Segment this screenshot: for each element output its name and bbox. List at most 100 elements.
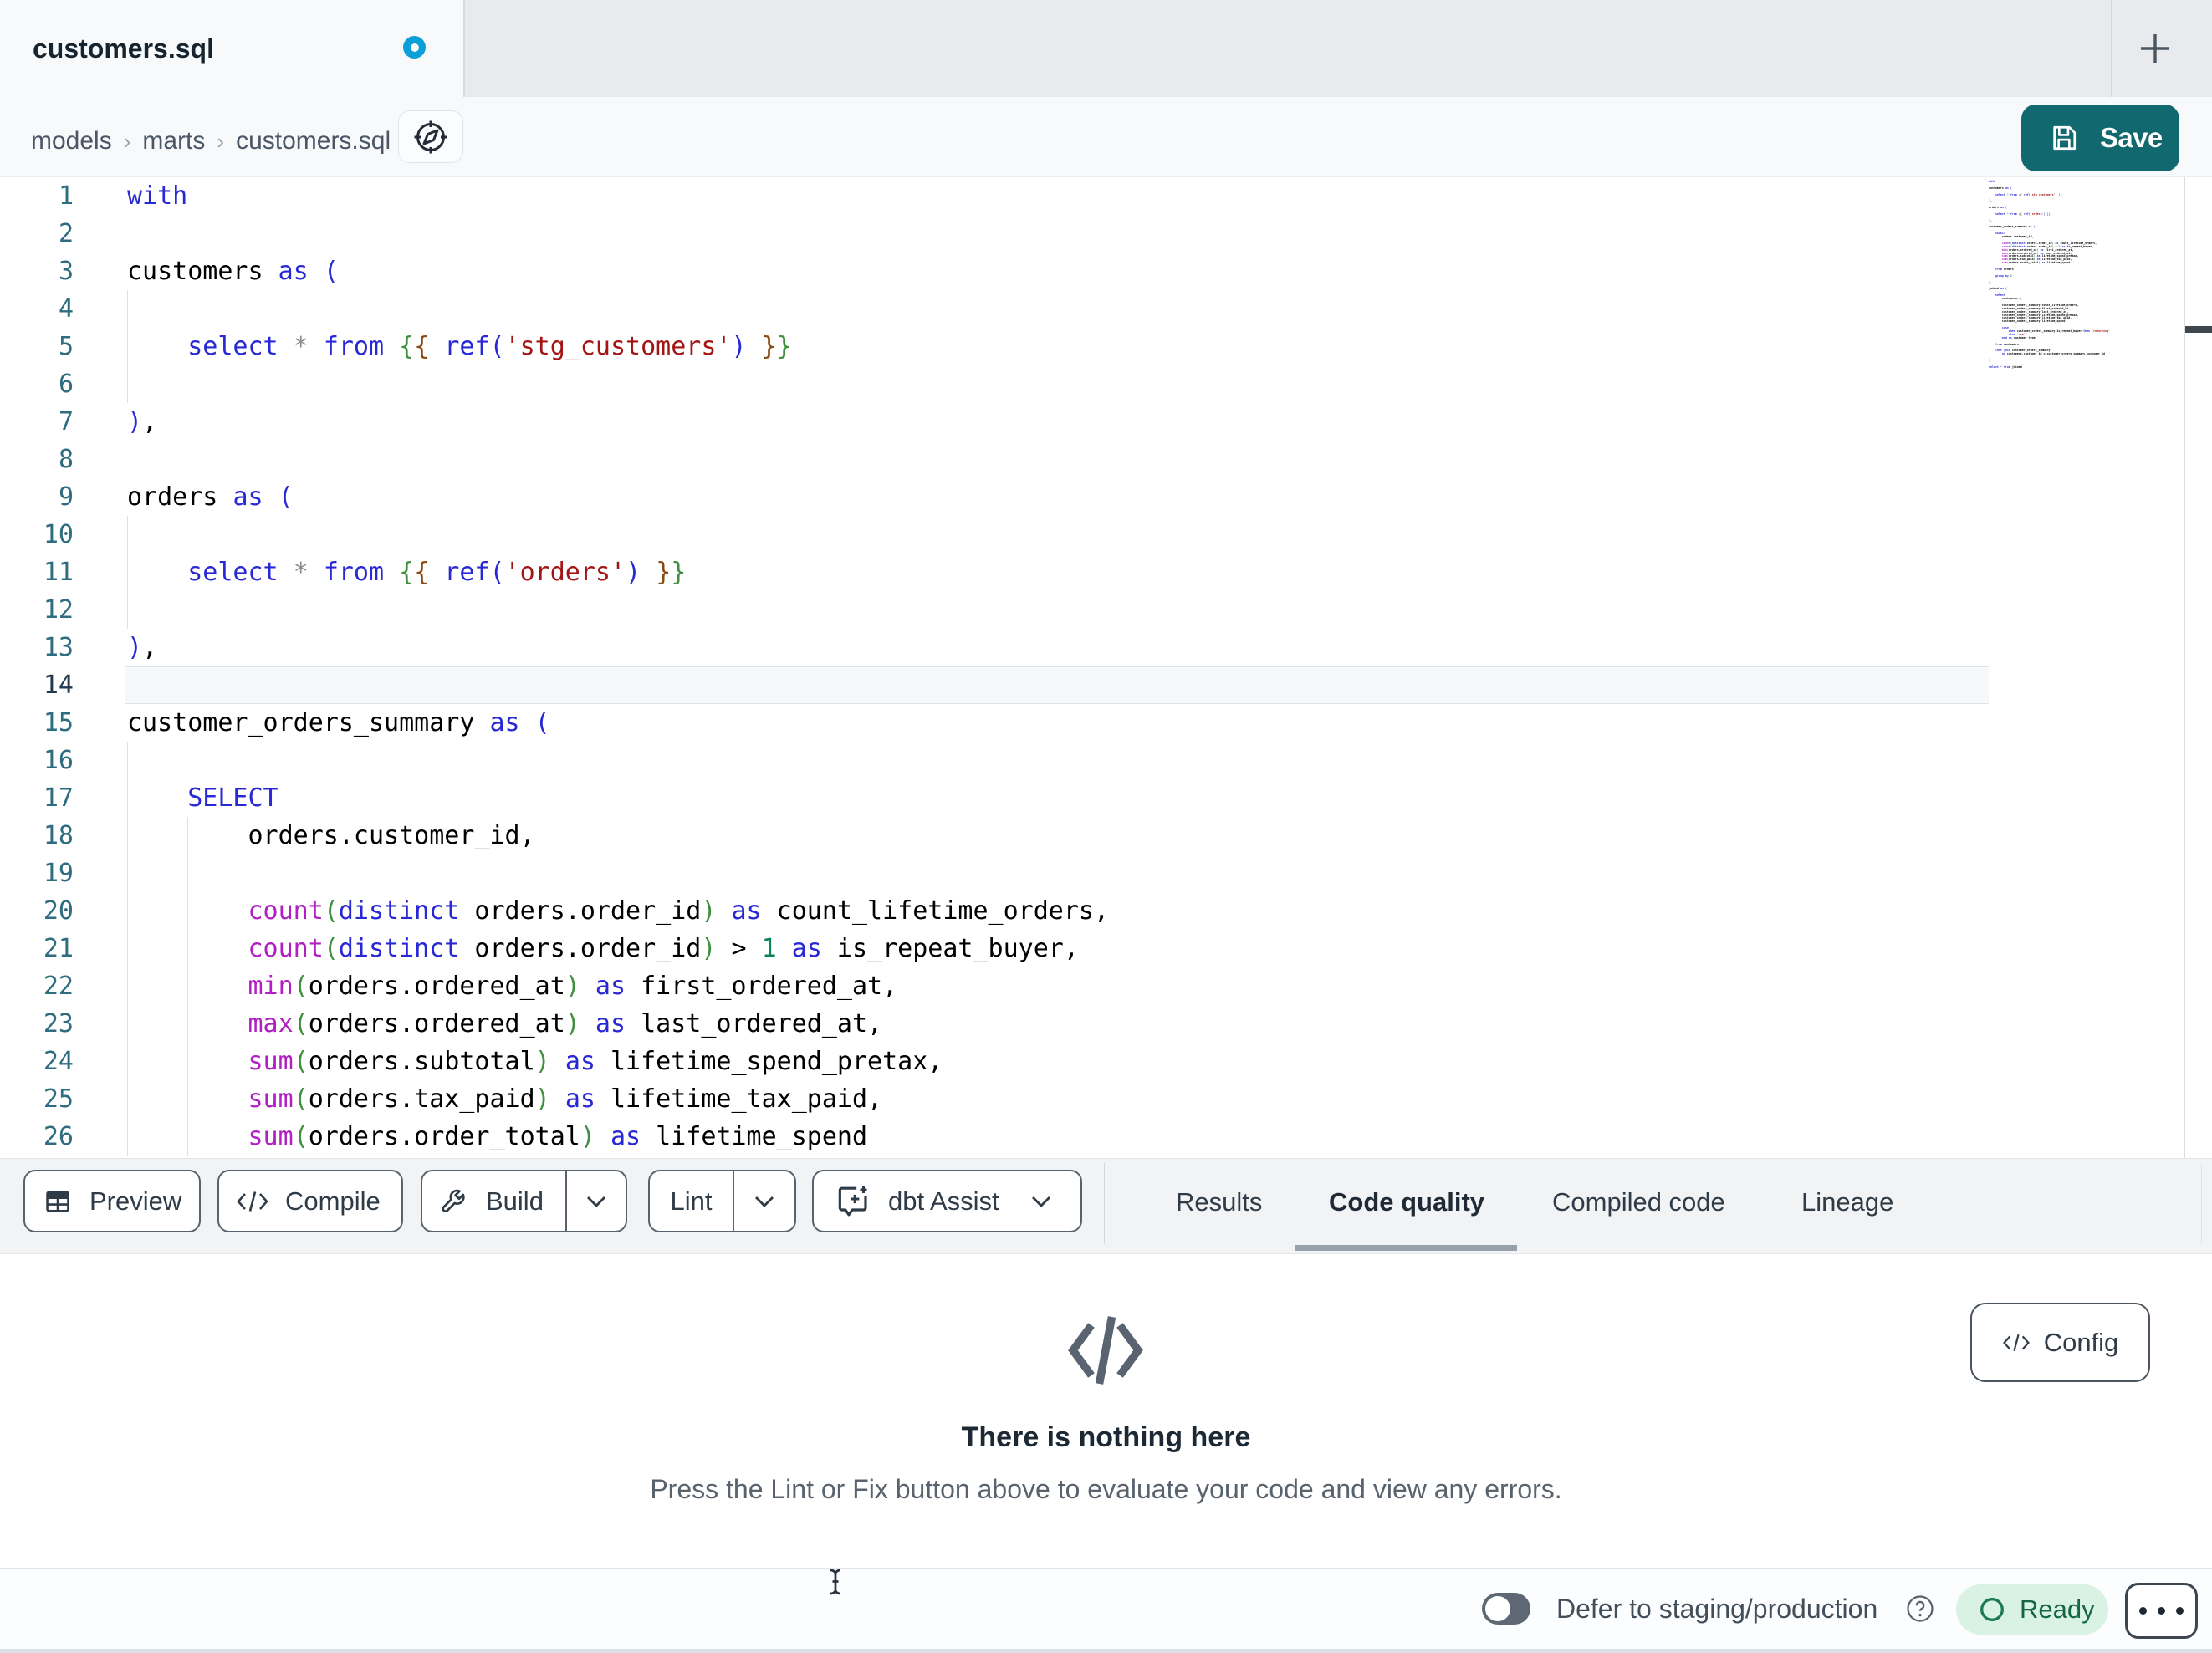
code-token-id — [127, 783, 187, 813]
tab-code-quality[interactable]: Code quality — [1329, 1159, 1484, 1245]
tab-title: customers.sql — [33, 33, 214, 64]
code-token-id: , — [2020, 297, 2022, 301]
lint-button[interactable]: Lint — [650, 1186, 733, 1217]
code-token-p2: ( — [323, 896, 339, 926]
code-token-p2: { — [399, 558, 415, 587]
lint-dropdown[interactable] — [734, 1194, 794, 1209]
indent-guide — [187, 1080, 189, 1118]
code-token-id — [1989, 274, 1995, 278]
breadcrumb-item-models[interactable]: models — [31, 127, 112, 156]
code-token-id: orders.order_total — [2008, 261, 2039, 265]
line-number: 14 — [43, 671, 74, 700]
code-token-p2: ) — [564, 972, 580, 1001]
question-circle-icon[interactable] — [1906, 1594, 1934, 1623]
code-token-p1: ( — [2010, 186, 2012, 190]
code-line: select * from {{ ref('stg_customers') }} — [125, 328, 1989, 365]
code-token-id: first_ordered_at, — [626, 972, 898, 1001]
tab-lineage[interactable]: Lineage — [1801, 1159, 1893, 1245]
code-line: ), — [125, 403, 1989, 441]
code-token-id: joined — [1989, 287, 2000, 291]
code-line: with — [125, 177, 1989, 215]
tab-compiled-code[interactable]: Compiled code — [1552, 1159, 1725, 1245]
line-number: 9 — [58, 482, 74, 512]
file-navigate-button[interactable] — [398, 110, 463, 163]
code-token-fn: sum — [248, 1047, 294, 1076]
code-token-id: , — [1990, 199, 1992, 203]
table-icon — [46, 1190, 69, 1212]
build-button[interactable]: Build — [422, 1186, 565, 1217]
ellipsis-dot — [2139, 1607, 2147, 1615]
code-token-star: * — [293, 332, 309, 361]
code-token-id: orders.order_total — [308, 1122, 580, 1151]
code-token-p1: ) — [1989, 358, 1990, 362]
code-token-p3: } — [656, 558, 672, 587]
defer-toggle[interactable] — [1482, 1593, 1530, 1625]
code-token-id: customers.customer_id — [2005, 352, 2044, 356]
lint-split-button: Lint — [648, 1170, 796, 1232]
code-token-p2: } — [671, 558, 687, 587]
code-token-p1: ) — [127, 407, 143, 436]
overview-ruler-cursor-marker — [2185, 326, 2212, 333]
indent-guide — [127, 290, 128, 328]
code-token-id — [747, 332, 762, 361]
code-token-str: 'stg_customers' — [504, 332, 732, 361]
new-tab-button[interactable] — [2131, 24, 2179, 73]
code-token-id: customer_orders_summary — [1989, 225, 2029, 229]
indent-guide — [187, 855, 189, 892]
code-token-str: 'stg_customers' — [2030, 192, 2056, 196]
code-token-id — [595, 1122, 610, 1151]
code-editor[interactable]: 1 2 3 4 5 6 7 8 9 10 11 12 13 14 15 16 17 18 19 20 21 22 23 24 2… — [0, 176, 2212, 1158]
code-token-id — [278, 558, 294, 587]
line-number: 25 — [43, 1084, 74, 1114]
compile-button[interactable]: Compile — [217, 1170, 403, 1232]
code-token-id — [777, 934, 792, 963]
breadcrumb-item-marts[interactable]: marts — [142, 127, 205, 156]
code-token-id: orders — [127, 482, 233, 512]
preview-button[interactable]: Preview — [23, 1170, 201, 1232]
minimap-line: select * from joined — [1987, 365, 2184, 370]
code-token-kw: as — [564, 1084, 595, 1114]
indent-guide — [187, 1005, 189, 1043]
breadcrumb-item-file[interactable]: customers.sql — [236, 127, 391, 156]
dbt-assist-button[interactable]: dbt Assist — [812, 1170, 1082, 1232]
line-number: 20 — [43, 896, 74, 926]
minimap[interactable]: with customers as ( select * from {{ ref(… — [1987, 180, 2184, 370]
code-token-p1: ( — [534, 708, 550, 737]
code-token-id — [1989, 212, 1995, 216]
unsaved-dot-icon — [403, 36, 426, 59]
more-options-button[interactable] — [2125, 1583, 2198, 1639]
text-cursor-pointer — [830, 1569, 841, 1595]
code-token-kw: with — [127, 181, 188, 211]
ellipsis-dot — [2176, 1607, 2184, 1615]
save-button[interactable]: Save — [2021, 105, 2179, 171]
tab-results[interactable]: Results — [1176, 1159, 1262, 1245]
ellipsis-dot — [2158, 1607, 2165, 1615]
code-token-kw: from — [323, 558, 385, 587]
code-token-fn: max — [248, 1009, 294, 1038]
code-token-id — [263, 482, 278, 512]
build-dropdown[interactable] — [567, 1194, 626, 1209]
config-button[interactable]: Config — [1970, 1303, 2150, 1382]
indent-guide — [127, 779, 128, 817]
empty-state-title: There is nothing here — [961, 1421, 1251, 1453]
code-token-id — [309, 332, 324, 361]
code-content[interactable]: with customers as ( select * from {{ ref(… — [125, 177, 1989, 1156]
code-token-p2: ) — [701, 896, 717, 926]
status-badge-label: Ready — [2020, 1594, 2095, 1624]
code-token-kw: select — [1995, 212, 2005, 216]
code-token-id: orders.ordered_at — [308, 1009, 565, 1038]
line-number: 24 — [43, 1047, 74, 1076]
overview-ruler-divider — [2184, 177, 2185, 1158]
tab-customers-sql[interactable]: customers.sql — [0, 0, 465, 97]
code-line — [125, 290, 1989, 328]
code-token-p2: ( — [293, 1084, 309, 1114]
build-label: Build — [486, 1186, 544, 1216]
build-split-button: Build — [421, 1170, 627, 1232]
code-token-kw: distinct — [338, 896, 460, 926]
code-line — [125, 591, 1989, 629]
code-token-id — [1989, 268, 1995, 271]
active-tab-underline — [1295, 1245, 1517, 1251]
code-token-kw: ref — [444, 332, 490, 361]
code-token-id: , — [142, 407, 158, 436]
